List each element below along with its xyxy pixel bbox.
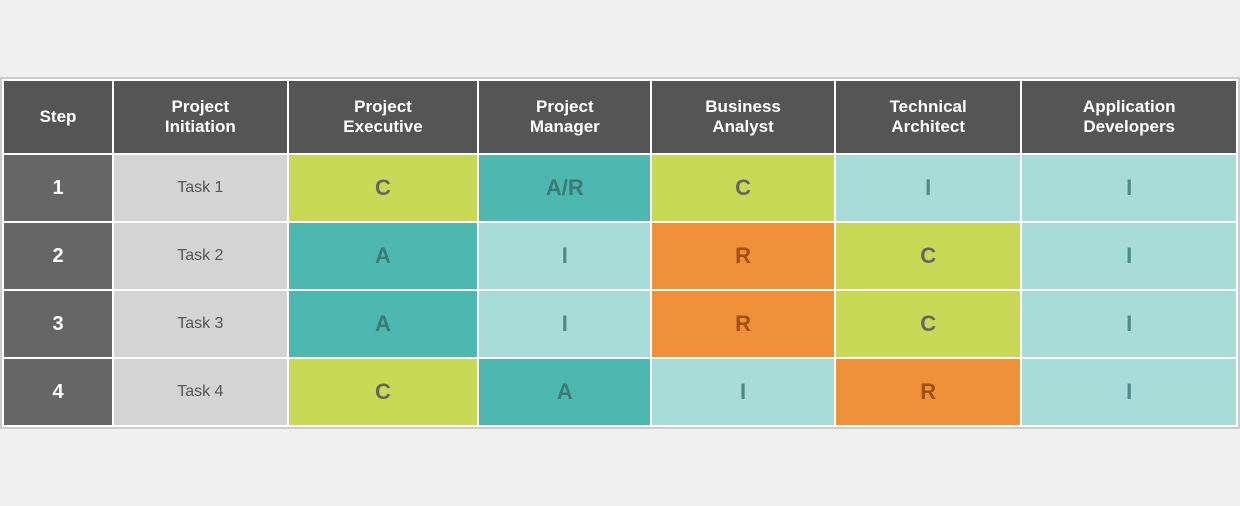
application-developers-cell-3: I <box>1021 290 1237 358</box>
table-row: 3Task 3AIRCI <box>3 290 1237 358</box>
header-project-manager: Project Manager <box>478 80 651 154</box>
step-cell-4: 4 <box>3 358 113 426</box>
raci-table: Step Project Initiation Project Executiv… <box>0 77 1240 429</box>
project-manager-cell-2: I <box>478 222 651 290</box>
project-executive-cell-1: C <box>288 154 479 222</box>
project-executive-cell-3: A <box>288 290 479 358</box>
header-technical-architect: Technical Architect <box>835 80 1022 154</box>
header-application-developers: Application Developers <box>1021 80 1237 154</box>
application-developers-cell-4: I <box>1021 358 1237 426</box>
table-row: 2Task 2AIRCI <box>3 222 1237 290</box>
table-row: 4Task 4CAIRI <box>3 358 1237 426</box>
task-cell-2: Task 2 <box>113 222 288 290</box>
application-developers-cell-2: I <box>1021 222 1237 290</box>
header-business-analyst: Business Analyst <box>651 80 835 154</box>
header-step: Step <box>3 80 113 154</box>
business-analyst-cell-4: I <box>651 358 835 426</box>
task-cell-3: Task 3 <box>113 290 288 358</box>
technical-architect-cell-2: C <box>835 222 1022 290</box>
business-analyst-cell-2: R <box>651 222 835 290</box>
application-developers-cell-1: I <box>1021 154 1237 222</box>
step-cell-2: 2 <box>3 222 113 290</box>
project-executive-cell-4: C <box>288 358 479 426</box>
project-manager-cell-3: I <box>478 290 651 358</box>
header-project-initiation: Project Initiation <box>113 80 288 154</box>
business-analyst-cell-3: R <box>651 290 835 358</box>
technical-architect-cell-3: C <box>835 290 1022 358</box>
business-analyst-cell-1: C <box>651 154 835 222</box>
table-row: 1Task 1CA/RCII <box>3 154 1237 222</box>
project-executive-cell-2: A <box>288 222 479 290</box>
technical-architect-cell-1: I <box>835 154 1022 222</box>
project-manager-cell-4: A <box>478 358 651 426</box>
task-cell-1: Task 1 <box>113 154 288 222</box>
step-cell-1: 1 <box>3 154 113 222</box>
task-cell-4: Task 4 <box>113 358 288 426</box>
step-cell-3: 3 <box>3 290 113 358</box>
header-project-executive: Project Executive <box>288 80 479 154</box>
technical-architect-cell-4: R <box>835 358 1022 426</box>
project-manager-cell-1: A/R <box>478 154 651 222</box>
header-row: Step Project Initiation Project Executiv… <box>3 80 1237 154</box>
